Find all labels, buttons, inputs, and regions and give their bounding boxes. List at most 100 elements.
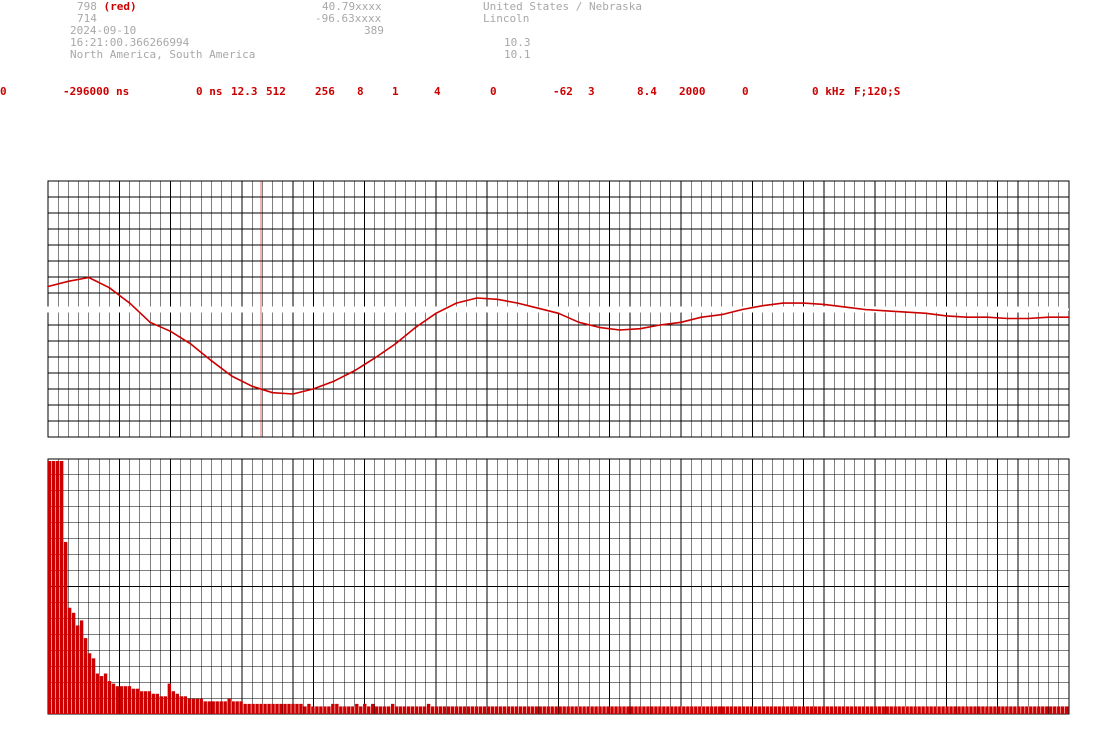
spectrum-bar — [179, 696, 183, 714]
spectrum-bar — [714, 706, 718, 714]
spectrum-bar — [103, 673, 108, 714]
spectrum-bar — [259, 703, 263, 714]
spectrum-bar — [558, 706, 562, 714]
spectrum-bar — [538, 706, 542, 714]
spectrum-bar — [909, 706, 913, 714]
waveform-point — [761, 304, 764, 307]
spectrum-bar — [422, 706, 427, 714]
spectrum-bar — [757, 706, 762, 714]
spectrum-bar — [805, 706, 810, 714]
spectrum-bar — [977, 706, 981, 714]
spectrum-bar — [454, 706, 459, 714]
plots-canvas — [47, 180, 1070, 715]
spectrum-bar — [981, 706, 985, 714]
waveform-point — [230, 375, 233, 377]
spectrum-bar — [925, 706, 929, 714]
spectrum-bar — [785, 706, 790, 714]
spectrum-bar — [275, 703, 279, 714]
spectrum-bar — [71, 612, 76, 714]
spectrum-bar — [749, 706, 754, 714]
waveform-point — [721, 313, 723, 316]
spectrum-bar — [95, 673, 100, 714]
waveform-point — [904, 311, 907, 313]
spectrum-bar — [99, 676, 104, 714]
spectrum-bar — [813, 706, 818, 714]
spectrum-bar — [187, 698, 191, 714]
spectrum-bar — [59, 461, 64, 714]
spectrum-bar — [913, 706, 917, 714]
spectrum-bar — [490, 706, 495, 714]
spectrum-bar — [761, 706, 766, 714]
waveform-point — [863, 308, 866, 311]
spectrum-bar — [414, 706, 419, 714]
waveform-point — [618, 329, 621, 331]
spectrum-bar — [933, 706, 937, 714]
spectrum-bar — [486, 706, 491, 714]
spectrum-bar — [741, 706, 746, 714]
spectrum-bar — [1037, 706, 1041, 714]
spectrum-bar — [351, 706, 355, 714]
spectrum-bar — [989, 706, 993, 714]
spectrum-bar — [801, 706, 806, 714]
spectrum-bar — [865, 706, 869, 714]
spectrum-bar — [327, 706, 331, 714]
spectrum-bar — [789, 706, 794, 714]
spectrum-bar — [626, 706, 630, 714]
spectrum-bar — [602, 706, 606, 714]
spectrum-bar — [211, 701, 215, 714]
spectrum-bar — [546, 706, 550, 714]
spectrum-bar — [598, 706, 602, 714]
spectrum-bar — [929, 706, 933, 714]
spectrum-bar — [151, 693, 156, 714]
spectrum-bar — [1033, 706, 1037, 714]
spectrum-bar — [311, 706, 315, 714]
spectrum-bar — [1065, 706, 1069, 714]
spectrum-bar — [554, 706, 558, 714]
waveform-point — [475, 297, 478, 299]
spectrum-bar — [642, 706, 646, 714]
spectrum-grid — [47, 458, 1070, 715]
spectrum-bar — [969, 706, 973, 714]
spectrum-bar — [542, 706, 546, 714]
spectrum-bar — [510, 706, 515, 714]
spectrum-bar — [319, 706, 323, 714]
spectrum-bar — [303, 706, 307, 714]
waveform-point — [884, 309, 887, 312]
spectrum-bar — [67, 607, 72, 714]
spectrum-bar — [87, 653, 92, 714]
spectrum-bar — [227, 698, 231, 714]
spectrum-bar — [379, 706, 383, 714]
spectrum-bar — [730, 706, 734, 714]
spectrum-bar — [534, 706, 538, 714]
spectrum-bar — [430, 706, 435, 714]
waveform-point — [1027, 317, 1030, 320]
spectrum-bar — [694, 706, 698, 714]
spectrum-bar — [897, 706, 901, 714]
spectrum-bar — [574, 706, 578, 714]
spectrum-bar — [514, 706, 519, 714]
spectrum-bar — [917, 706, 921, 714]
spectrum-bar — [203, 701, 207, 714]
spectrum-bar — [1009, 706, 1013, 714]
waveform-point — [455, 302, 458, 304]
spectrum-bar — [235, 701, 239, 714]
spectrum-bar — [590, 706, 594, 714]
spectrum-bar — [83, 638, 88, 714]
spectrum-bar — [175, 693, 180, 714]
spectrum-bar — [885, 706, 889, 714]
spectrum-bar — [402, 706, 407, 714]
spectrum-bar — [570, 706, 574, 714]
spectrum-bar — [797, 706, 802, 714]
spectrum-bar — [1061, 706, 1065, 714]
spectrum-bar — [243, 703, 247, 714]
spectrum-bar — [191, 698, 195, 714]
spectrum-bar — [251, 703, 255, 714]
spectrum-bar — [829, 706, 834, 714]
waveform-point — [108, 286, 111, 289]
waveform-point — [537, 307, 539, 310]
spectrum-bar — [973, 706, 977, 714]
spectrum-bar — [690, 706, 694, 714]
spectrum-bar — [163, 696, 168, 714]
spectrum-bar — [466, 706, 471, 714]
waveform-point — [496, 298, 499, 301]
